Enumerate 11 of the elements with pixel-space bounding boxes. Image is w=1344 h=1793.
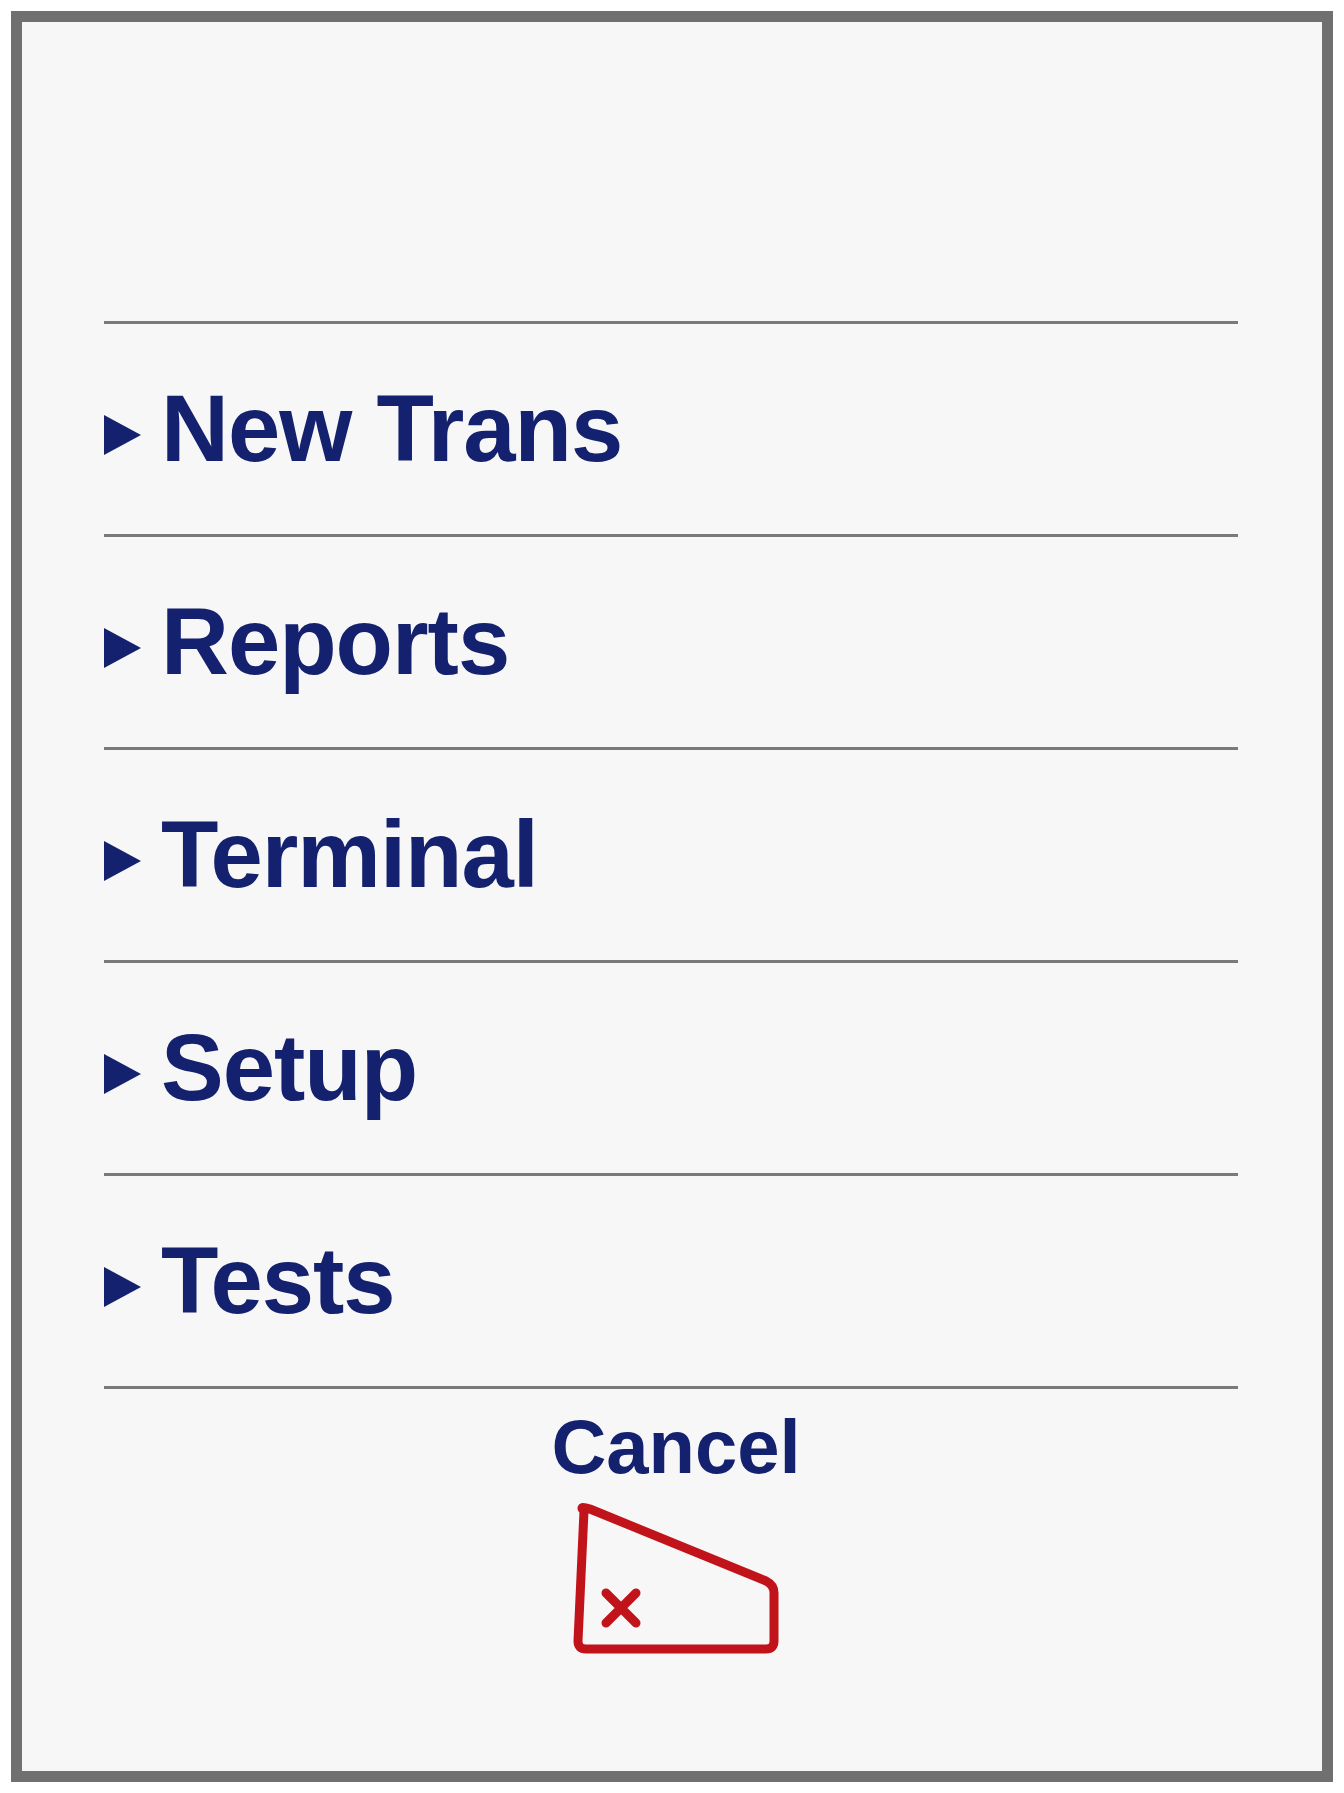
triangle-icon [104, 628, 141, 668]
menu-item[interactable]: Setup [104, 963, 1238, 1176]
menu-item[interactable]: Tests [104, 1176, 1238, 1389]
triangle-icon [104, 841, 141, 881]
menu-item[interactable]: New Trans [104, 324, 1238, 537]
triangle-icon [104, 1054, 141, 1094]
cancel-button[interactable]: Cancel [551, 1389, 801, 1657]
menu-item[interactable]: Reports [104, 537, 1238, 750]
triangle-icon [104, 1267, 141, 1307]
triangle-icon [104, 415, 141, 455]
menu-item[interactable]: Terminal [104, 750, 1238, 963]
